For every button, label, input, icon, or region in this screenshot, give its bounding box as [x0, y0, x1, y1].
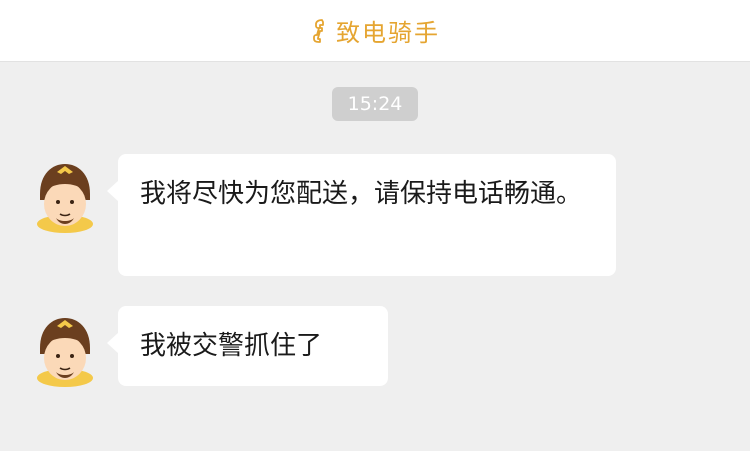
- rider-avatar-icon[interactable]: [30, 308, 100, 388]
- call-rider-button[interactable]: 致电骑手: [310, 13, 440, 48]
- phone-icon: [310, 18, 328, 44]
- chat-area[interactable]: 15:24 我将尽快为您配送，请保持电话畅通。 我被交警抓住了: [0, 62, 750, 451]
- header-title: 致电骑手: [336, 19, 440, 47]
- chat-header: 致电骑手: [0, 0, 750, 62]
- rider-avatar-icon[interactable]: [30, 154, 100, 234]
- message-bubble[interactable]: 我被交警抓住了: [107, 306, 388, 386]
- timestamp-badge: 15:24: [332, 87, 418, 121]
- message-bubble[interactable]: 我将尽快为您配送，请保持电话畅通。: [107, 154, 616, 276]
